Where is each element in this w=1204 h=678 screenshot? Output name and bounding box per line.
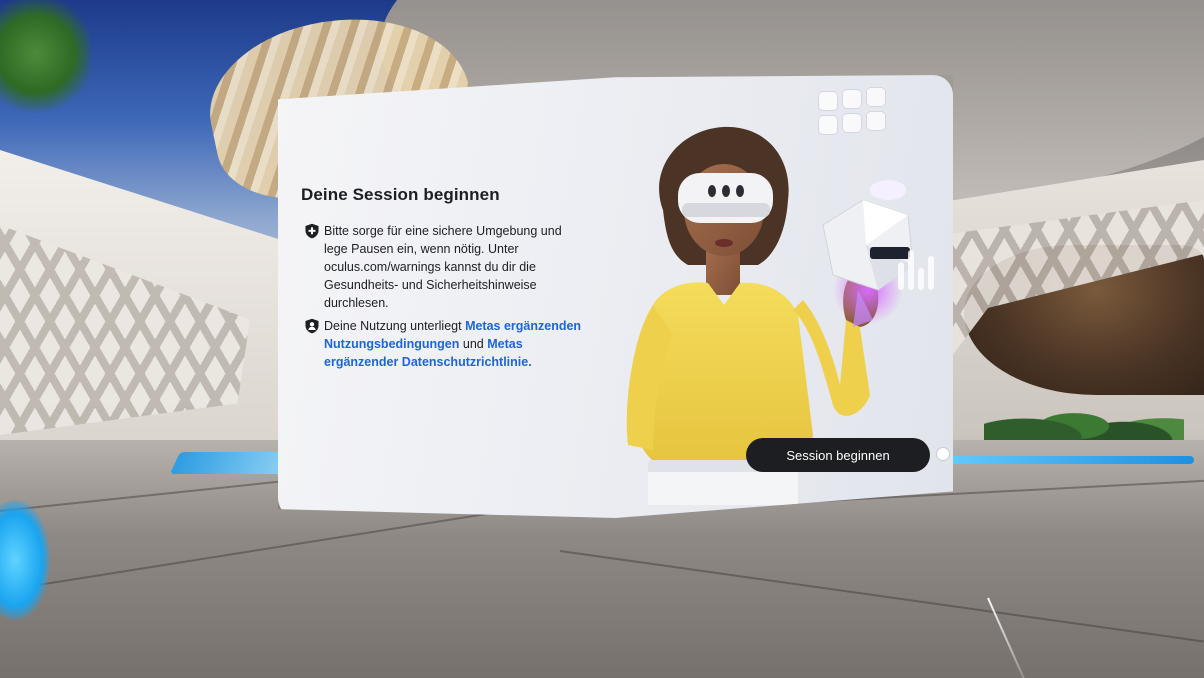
dialog-title: Deine Session beginnen [301, 185, 500, 204]
glow-strip [924, 456, 1194, 464]
shield-plus-icon [305, 223, 319, 239]
decorative-tile [842, 89, 862, 109]
tree [0, 0, 90, 120]
terms-connector: und [459, 337, 488, 351]
terms-prefix: Deine Nutzung unterliegt [324, 319, 466, 333]
safety-notice: Bitte sorge für eine sichere Umgebung un… [304, 222, 564, 312]
shield-person-icon [305, 318, 319, 334]
start-session-button[interactable]: Session beginnen [746, 438, 930, 472]
terms-notice: Deine Nutzung unterliegt Metas ergänzend… [304, 317, 594, 371]
decorative-bar [918, 268, 924, 290]
floor-seam [559, 550, 1204, 643]
decorative-bar [928, 256, 934, 290]
decorative-tile [818, 91, 838, 111]
terms-text: Deine Nutzung unterliegt Metas ergänzend… [324, 317, 594, 371]
terms-suffix: . [528, 355, 532, 369]
decorative-bar [908, 250, 914, 290]
decorative-tile [866, 87, 886, 107]
decorative-bar [898, 262, 904, 290]
pointer-target-indicator [936, 447, 950, 461]
session-dialog: Deine Session beginnen Bitte sorge für e… [278, 75, 953, 518]
safety-text: Bitte sorge für eine sichere Umgebung un… [324, 224, 562, 310]
